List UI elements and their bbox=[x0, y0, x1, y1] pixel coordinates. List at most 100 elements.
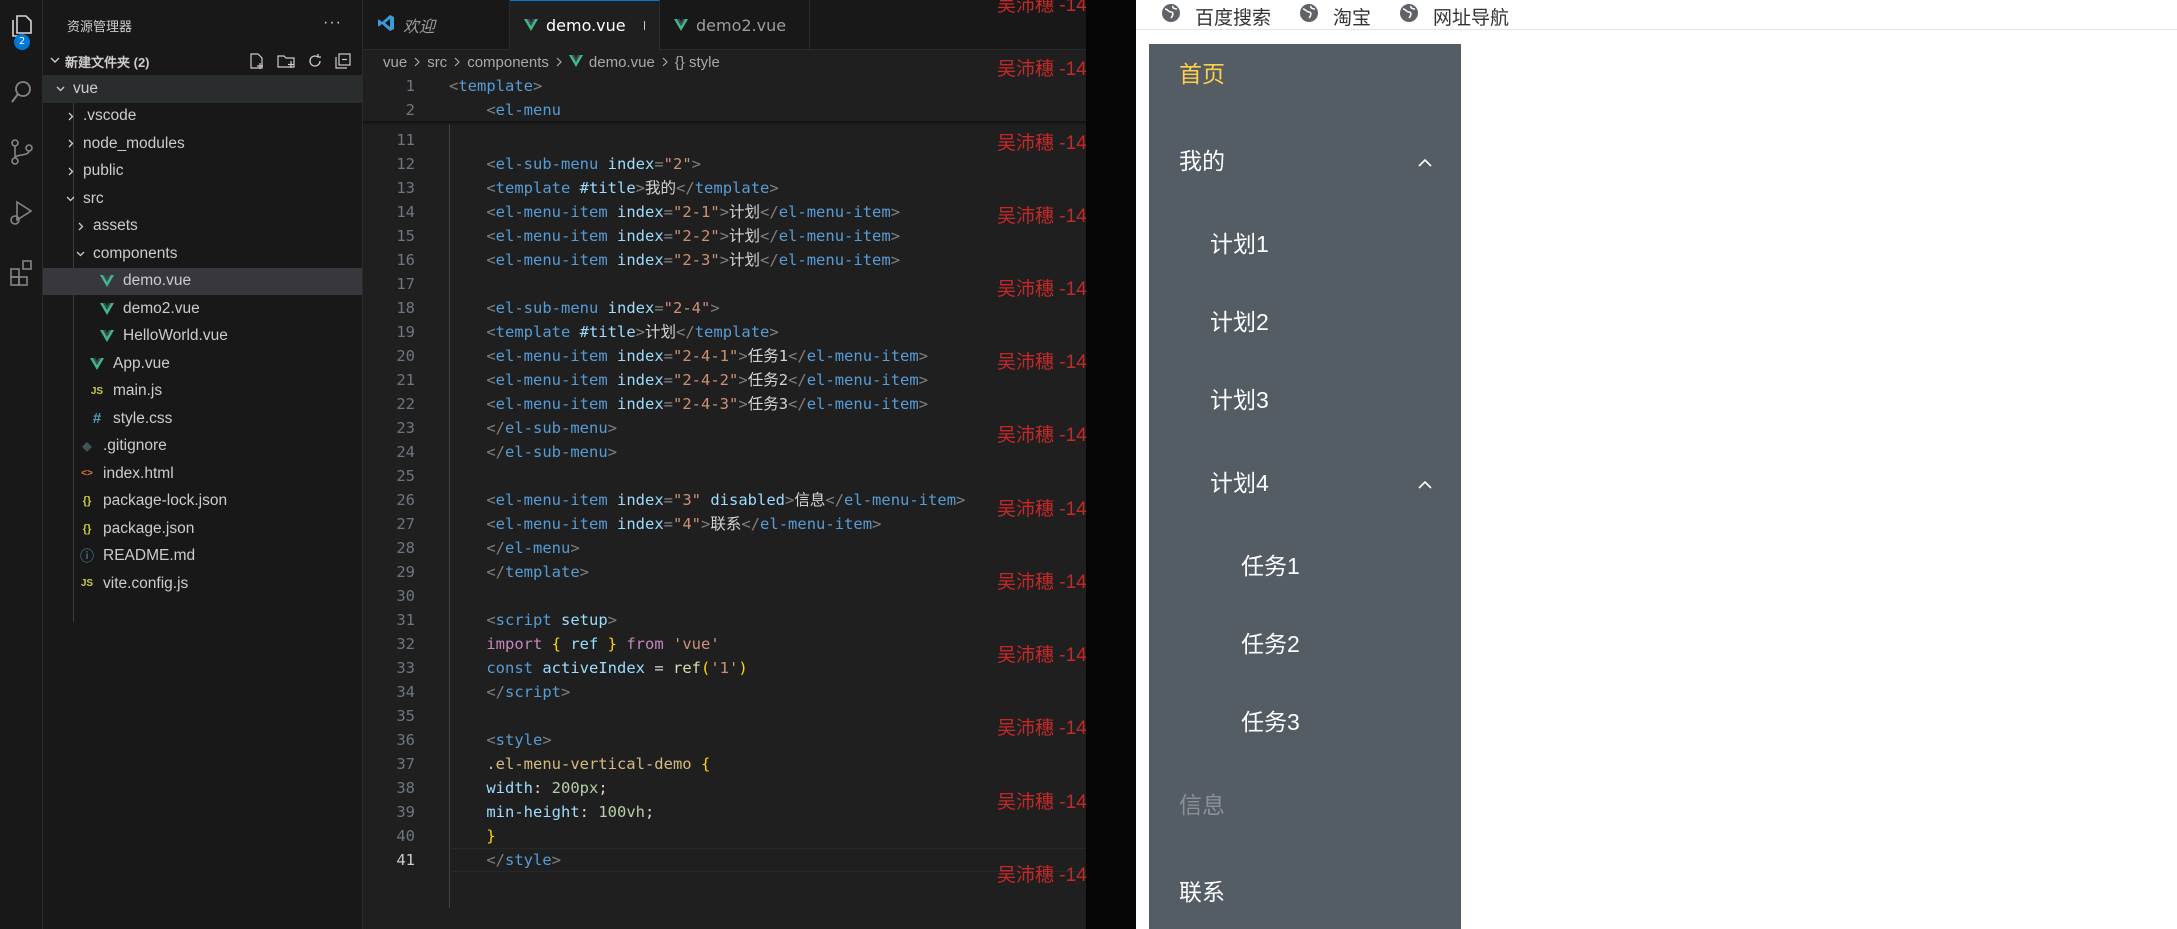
menu-item[interactable]: 计划3 bbox=[1149, 370, 1461, 426]
code-token: > bbox=[579, 563, 589, 581]
tree-item[interactable]: assets bbox=[43, 213, 362, 241]
menu-item[interactable]: 任务3 bbox=[1149, 692, 1461, 748]
breadcrumb-item[interactable]: components bbox=[467, 54, 549, 71]
bookmark-item[interactable]: 百度搜索 bbox=[1161, 3, 1271, 29]
code-line: 23 </el-sub-menu> bbox=[363, 416, 1086, 440]
source-control-icon[interactable] bbox=[0, 132, 43, 172]
tree-item-label: App.vue bbox=[113, 354, 170, 372]
search-icon[interactable] bbox=[0, 72, 43, 112]
new-file-icon[interactable] bbox=[248, 52, 266, 70]
tree-item[interactable]: node_modules bbox=[43, 130, 362, 158]
code-token: > bbox=[561, 683, 571, 701]
line-number: 22 bbox=[396, 395, 415, 413]
code-token: el-menu-item bbox=[806, 371, 919, 389]
tree-item[interactable]: components bbox=[43, 240, 362, 268]
tree-item[interactable]: .vscode bbox=[43, 103, 362, 131]
tree-item[interactable]: HelloWorld.vue bbox=[43, 323, 362, 351]
code-token: > bbox=[918, 395, 929, 413]
tree-item[interactable]: ◆ .gitignore bbox=[43, 433, 362, 461]
tree-item[interactable]: src bbox=[43, 185, 362, 213]
tab-demo2-vue[interactable]: demo2.vue bbox=[660, 0, 810, 50]
workspace-folder[interactable]: 新建文件夹 (2) bbox=[43, 50, 362, 72]
code-token: = bbox=[654, 659, 673, 677]
code-line: 1 <template> bbox=[363, 74, 1086, 98]
menu-item[interactable]: 任务1 bbox=[1149, 536, 1461, 592]
menu-item-label: 我的 bbox=[1179, 148, 1225, 174]
code-line: 11 bbox=[363, 128, 1086, 152]
line-number: 30 bbox=[396, 587, 415, 605]
breadcrumb-item[interactable]: vue bbox=[383, 54, 407, 71]
breadcrumb-item[interactable]: src bbox=[427, 54, 447, 71]
code-token: </ bbox=[760, 203, 779, 221]
code-token: </ bbox=[486, 539, 505, 557]
code-token: 100vh bbox=[598, 803, 645, 821]
code-token: < bbox=[486, 101, 496, 119]
menu-item[interactable]: 联系 bbox=[1149, 862, 1461, 918]
code-token: 我的 bbox=[645, 179, 677, 197]
code-token: ) bbox=[738, 659, 748, 677]
code-token: > bbox=[956, 491, 966, 509]
code-line: 25 bbox=[363, 464, 1086, 488]
line-number: 36 bbox=[396, 731, 415, 749]
code-token: < bbox=[449, 77, 459, 95]
code-token: < bbox=[486, 155, 496, 173]
editor-tabs: 欢迎 demo.vue demo2.vue bbox=[363, 0, 1086, 50]
tree-item[interactable]: demo.vue bbox=[43, 267, 362, 295]
code-token: template bbox=[495, 323, 580, 341]
run-debug-icon[interactable] bbox=[0, 192, 43, 232]
tree-item[interactable]: public bbox=[43, 158, 362, 186]
tree-item[interactable]: App.vue bbox=[43, 350, 362, 378]
tree-item[interactable]: <> index.html bbox=[43, 460, 362, 488]
more-actions-icon[interactable]: ··· bbox=[323, 14, 342, 32]
tree-item-label: public bbox=[83, 162, 124, 180]
tab-demo-vue[interactable]: demo.vue bbox=[510, 0, 660, 50]
tree-item[interactable]: # style.css bbox=[43, 405, 362, 433]
code-token: el-menu-item bbox=[495, 491, 617, 509]
code-token: </ bbox=[486, 563, 505, 581]
menu-item[interactable]: 任务2 bbox=[1149, 614, 1461, 670]
bookmark-item[interactable]: 网址导航 bbox=[1399, 3, 1509, 29]
tree-item[interactable]: JS vite.config.js bbox=[43, 570, 362, 598]
code-line: 35 bbox=[363, 704, 1086, 728]
line-text: <el-menu-item index="2-1">计划</el-menu-it… bbox=[449, 200, 900, 224]
tab-欢迎[interactable]: 欢迎 bbox=[363, 0, 510, 50]
menu-item[interactable]: 计划2 bbox=[1149, 292, 1461, 348]
line-text: <el-sub-menu index="2-4"> bbox=[449, 296, 719, 320]
tree-item-label: demo.vue bbox=[123, 272, 192, 290]
collapse-all-icon[interactable] bbox=[334, 52, 352, 70]
bookmark-item[interactable]: 淘宝 bbox=[1299, 3, 1371, 29]
code-token: 任务3 bbox=[747, 395, 789, 413]
line-number: 27 bbox=[396, 515, 415, 533]
tree-item[interactable]: vue bbox=[43, 75, 362, 103]
menu-item[interactable]: 我的 bbox=[1149, 131, 1461, 187]
tree-item[interactable]: {} package.json bbox=[43, 515, 362, 543]
line-number: 37 bbox=[396, 755, 415, 773]
code-line: 14 <el-menu-item index="2-1">计划</el-menu… bbox=[363, 200, 1086, 224]
refresh-icon[interactable] bbox=[306, 52, 324, 70]
code-line: 13 <template #title>我的</template> bbox=[363, 176, 1086, 200]
browser-window: 百度搜索 淘宝 网址导航 首页 我的 计划1 计划2 计划3 计划4 任务1 任务2 任务3 信息 联系 bbox=[1136, 0, 2177, 929]
breadcrumb-item[interactable]: {} style bbox=[675, 54, 720, 71]
code-token: = bbox=[663, 203, 674, 221]
breadcrumb-item[interactable]: demo.vue bbox=[589, 54, 655, 71]
code-token: index bbox=[617, 347, 664, 365]
new-folder-icon[interactable] bbox=[276, 52, 296, 70]
menu-item[interactable]: 计划4 bbox=[1149, 453, 1461, 509]
tree-item[interactable]: demo2.vue bbox=[43, 295, 362, 323]
code-token: < bbox=[486, 371, 496, 389]
code-token: < bbox=[486, 227, 496, 245]
code-line: 19 <template #title>计划</template> bbox=[363, 320, 1086, 344]
code-token: from bbox=[626, 635, 673, 653]
code-token: = bbox=[654, 155, 664, 173]
menu-item[interactable]: 首页 bbox=[1149, 44, 1461, 100]
unsaved-dot-icon[interactable] bbox=[643, 21, 645, 30]
extensions-icon[interactable] bbox=[0, 252, 43, 292]
tree-item[interactable]: JS main.js bbox=[43, 378, 362, 406]
tree-item[interactable]: {} package-lock.json bbox=[43, 488, 362, 516]
tree-item[interactable]: ⓘ README.md bbox=[43, 543, 362, 571]
menu-item[interactable]: 计划1 bbox=[1149, 214, 1461, 270]
code-token: "2-4-2" bbox=[673, 371, 739, 389]
